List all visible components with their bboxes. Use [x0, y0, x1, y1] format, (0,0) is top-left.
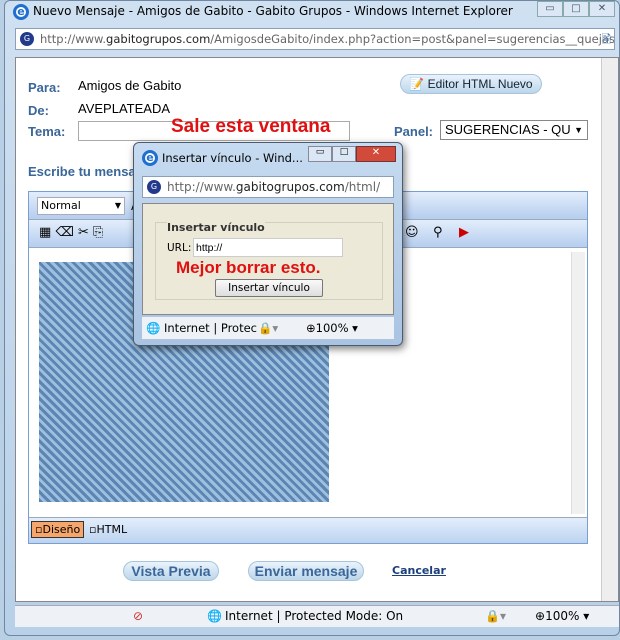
editor-icon: 📝 [409, 77, 425, 91]
cancel-link[interactable]: Cancelar [392, 564, 446, 577]
tab-html-label: HTML [96, 523, 128, 536]
site-favicon-icon: G [147, 180, 161, 194]
popup-content: Insertar vínculo URL: Mejor borrar esto.… [142, 203, 394, 315]
annotation-top: Sale esta ventana [171, 116, 331, 137]
popup-address-bar[interactable]: G http://www.gabitogrupos.com/html/ [142, 176, 394, 198]
tema-label: Tema: [28, 124, 66, 139]
site-favicon-icon: G [20, 32, 34, 46]
de-value: AVEPLATEADA [78, 101, 170, 116]
privacy-icon[interactable]: ⊘ [133, 606, 143, 626]
security-zone[interactable]: Internet | Protected Mode: On [225, 606, 403, 626]
editor-scrollbar[interactable] [571, 252, 585, 514]
insert-link-button[interactable]: Insertar vínculo [215, 279, 323, 297]
popup-zoom-control[interactable]: ⊕100% ▾ [306, 317, 358, 339]
close-button[interactable]: ✕ [589, 1, 615, 17]
format-value: Normal [41, 199, 81, 212]
popup-security-zone[interactable]: Internet | Protec [164, 317, 257, 339]
group-label: Insertar vínculo [167, 221, 265, 234]
editor-html-nuevo-button[interactable]: 📝 Editor HTML Nuevo [400, 74, 542, 94]
popup-url-path: /html/ [344, 180, 381, 194]
protected-mode-icon[interactable]: 🔒▾ [258, 317, 278, 339]
globe-icon: 🌐 [207, 609, 222, 623]
url-input[interactable] [193, 238, 343, 257]
popup-minimize-button[interactable]: ▭ [308, 146, 332, 162]
chevron-down-icon: ▼ [114, 201, 121, 210]
para-value: Amigos de Gabito [78, 78, 182, 93]
format-select[interactable]: Normal ▼ [37, 197, 125, 215]
zoom-level: 100% [545, 609, 580, 623]
para-label: Para: [28, 80, 61, 95]
status-bar: ⊘ 🌐 Internet | Protected Mode: On 🔒▾ ⊕10… [15, 605, 619, 627]
smiley-icon[interactable]: ☺ [405, 225, 419, 240]
tab-design-label: Diseño [42, 523, 81, 536]
zoom-control[interactable]: ⊕100% ▾ [535, 606, 589, 626]
link-icon[interactable]: ⚲ [433, 225, 443, 240]
youtube-icon[interactable]: ▶ [459, 225, 469, 240]
url-label: URL: [167, 242, 192, 254]
url-prefix: http://www. [40, 32, 107, 46]
annotation-popup: Mejor borrar esto. [176, 258, 321, 277]
popup-url-prefix: http://www. [167, 180, 236, 194]
minimize-button[interactable]: ▭ [537, 1, 563, 17]
panel-value: SUGERENCIAS - QU [445, 122, 571, 137]
tab-design[interactable]: ▫Diseño [31, 521, 85, 538]
address-bar[interactable]: G http://www.gabitogrupos.com/AmigosdeGa… [15, 28, 615, 50]
popup-zoom-level: 100% [315, 321, 349, 335]
chevron-down-icon: ▼ [574, 125, 583, 135]
popup-title: Insertar vínculo - Wind... [162, 151, 303, 165]
maximize-button[interactable]: □ [563, 1, 589, 17]
panel-select[interactable]: SUGERENCIAS - QU ▼ [440, 120, 588, 140]
popup-url-domain: gabitogrupos.com [235, 180, 345, 194]
write-label: Escribe tu mensaje [28, 164, 147, 179]
page-scrollbar[interactable] [601, 58, 618, 601]
url-path: /AmigosdeGabito/index.php?action=post&pa… [210, 32, 615, 46]
page-icon: 🗎 [601, 32, 611, 46]
globe-icon: 🌐 [146, 321, 161, 335]
zoom-icon: ⊕ [306, 321, 316, 335]
popup-close-button[interactable]: ✕ [356, 146, 396, 162]
protected-mode-icon[interactable]: 🔒▾ [485, 606, 506, 626]
editor-button-label: Editor HTML Nuevo [427, 77, 533, 91]
ie-logo-icon: e [142, 150, 158, 166]
cut-icon[interactable]: ✂ [78, 225, 89, 240]
panel-label: Panel: [394, 124, 434, 139]
table-icon[interactable]: ▦ [39, 225, 51, 240]
zoom-icon: ⊕ [535, 609, 546, 623]
de-label: De: [28, 103, 49, 118]
eraser-icon[interactable]: ⌫ [55, 225, 73, 240]
url-domain: gabitogrupos.com [106, 32, 211, 46]
insert-link-popup: e Insertar vínculo - Wind... ▭ □ ✕ G htt… [133, 142, 403, 346]
editor-mode-tabs: ▫Diseño ▫HTML [29, 517, 587, 543]
send-button[interactable]: Enviar mensaje [248, 561, 364, 581]
window-title: Nuevo Mensaje - Amigos de Gabito - Gabit… [33, 4, 513, 18]
popup-maximize-button[interactable]: □ [332, 146, 356, 162]
preview-button[interactable]: Vista Previa [123, 561, 219, 581]
tab-html[interactable]: ▫HTML [89, 523, 127, 536]
ie-logo-icon: e [13, 4, 29, 20]
popup-status-bar: 🌐 Internet | Protec 🔒▾ ⊕100% ▾ [142, 317, 394, 339]
copy-icon[interactable]: ⎘ [93, 225, 103, 240]
